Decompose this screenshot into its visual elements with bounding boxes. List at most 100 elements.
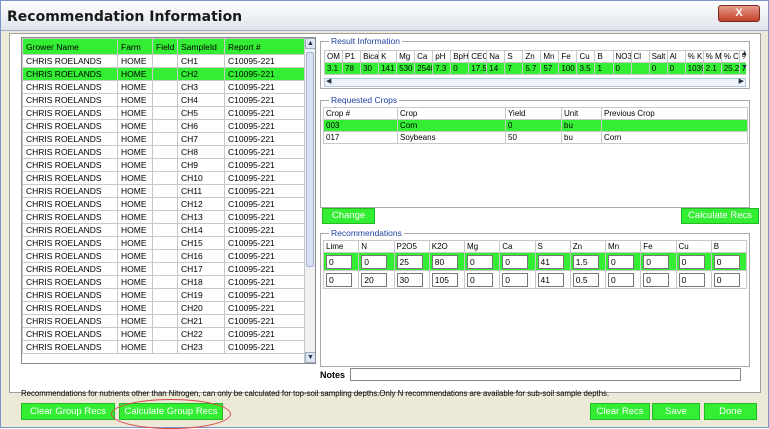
grid-column-header[interactable]: Farm (117, 38, 153, 55)
rec-value-input[interactable]: 0 (502, 254, 529, 269)
table-row[interactable]: CHRIS ROELANDS HOME CH1 C10095-221 (22, 54, 306, 68)
result-info-header: OM (324, 50, 344, 63)
rec-value-input[interactable]: 30 (396, 272, 423, 287)
rec-cell: 41 (534, 270, 571, 289)
table-row[interactable]: CHRIS ROELANDS HOME CH4 C10095-221 (22, 93, 306, 107)
ri-scroll-up-icon[interactable]: ▲ (741, 50, 748, 57)
rec-value-input[interactable]: 0 (608, 254, 634, 269)
table-cell: HOME (117, 106, 153, 120)
rec-cell: 30 (393, 270, 430, 289)
clear-recs-button[interactable]: Clear Recs (590, 403, 650, 420)
table-row[interactable]: CHRIS ROELANDS HOME CH19 C10095-221 (22, 288, 306, 302)
rec-cell: 0 (640, 252, 677, 271)
done-button[interactable]: Done (704, 403, 757, 420)
rec-value-input[interactable]: 0 (361, 254, 388, 269)
result-info-value: 0 (666, 62, 686, 75)
rec-value-input[interactable]: 0 (713, 272, 740, 287)
result-info-hscroll[interactable]: ◀ ▶ (324, 78, 746, 87)
table-row[interactable]: CHRIS ROELANDS HOME CH17 C10095-221 (22, 262, 306, 276)
table-row[interactable]: CHRIS ROELANDS HOME CH3 C10095-221 (22, 80, 306, 94)
table-row[interactable]: CHRIS ROELANDS HOME CH11 C10095-221 (22, 184, 306, 198)
result-info-header: Salt (648, 50, 668, 63)
rec-value-input[interactable]: 0 (678, 272, 705, 287)
table-row[interactable]: CHRIS ROELANDS HOME CH15 C10095-221 (22, 236, 306, 250)
grid-column-header[interactable]: SampleId (177, 38, 225, 55)
result-info-value: 141 (378, 62, 398, 75)
rec-value-input[interactable]: 80 (431, 254, 458, 269)
table-row[interactable]: CHRIS ROELANDS HOME CH23 C10095-221 (22, 340, 306, 354)
table-row[interactable]: CHRIS ROELANDS HOME CH21 C10095-221 (22, 314, 306, 328)
rec-value-input[interactable]: 0 (678, 254, 705, 269)
rec-value-input[interactable]: 0 (608, 272, 634, 287)
crop-cell: bu (561, 119, 602, 132)
table-row[interactable]: CHRIS ROELANDS HOME CH7 C10095-221 (22, 132, 306, 146)
result-info-header: CEC (468, 50, 488, 63)
result-info-value: 1039 (684, 62, 704, 75)
rec-value-input[interactable]: 1.5 (572, 254, 599, 269)
table-row[interactable]: CHRIS ROELANDS HOME CH16 C10095-221 (22, 249, 306, 263)
notes-input[interactable] (350, 368, 741, 381)
table-row[interactable]: CHRIS ROELANDS HOME CH10 C10095-221 (22, 171, 306, 185)
grid-column-header[interactable]: Grower Name (22, 38, 118, 55)
rec-value-input[interactable]: 20 (361, 272, 388, 287)
table-cell: CH7 (177, 132, 225, 146)
table-row[interactable]: CHRIS ROELANDS HOME CH12 C10095-221 (22, 197, 306, 211)
table-cell: CH14 (177, 223, 225, 237)
rec-value-input[interactable]: 41 (537, 272, 564, 287)
rec-value-input[interactable]: 0 (467, 254, 493, 269)
grid-scrollbar[interactable]: ▲ ▼ (304, 38, 315, 363)
result-info-header: K (378, 50, 398, 63)
table-row[interactable]: CHRIS ROELANDS HOME CH2 C10095-221 (22, 67, 306, 81)
rec-value-input[interactable]: 0.5 (572, 272, 599, 287)
table-cell: CHRIS ROELANDS (22, 262, 118, 276)
table-row[interactable]: CHRIS ROELANDS HOME CH6 C10095-221 (22, 119, 306, 133)
grid-column-header[interactable]: Field (152, 38, 178, 55)
table-row[interactable]: CHRIS ROELANDS HOME CH14 C10095-221 (22, 223, 306, 237)
table-row[interactable]: CHRIS ROELANDS HOME CH5 C10095-221 (22, 106, 306, 120)
clear-group-recs-button[interactable]: Clear Group Recs (21, 403, 115, 420)
rec-value-input[interactable]: 41 (537, 254, 564, 269)
save-button[interactable]: Save (652, 403, 700, 420)
table-row[interactable]: CHRIS ROELANDS HOME CH22 C10095-221 (22, 327, 306, 341)
scroll-thumb[interactable] (306, 52, 314, 267)
change-button[interactable]: Change (322, 208, 375, 224)
scroll-right-icon[interactable]: ▶ (739, 77, 744, 85)
grid-column-header[interactable]: Report # (224, 38, 306, 55)
table-cell: CH5 (177, 106, 225, 120)
calculate-recs-button[interactable]: Calculate Recs (681, 208, 759, 224)
table-row[interactable]: CHRIS ROELANDS HOME CH13 C10095-221 (22, 210, 306, 224)
crop-row[interactable]: 003 Corn 0 bu (323, 119, 748, 132)
scroll-down-icon[interactable]: ▼ (305, 352, 315, 363)
ri-scroll-down-icon[interactable]: ▼ (741, 64, 748, 71)
table-row[interactable]: CHRIS ROELANDS HOME CH18 C10095-221 (22, 275, 306, 289)
crop-row[interactable]: 017 Soybeans 50 bu Corn (323, 131, 748, 144)
table-row[interactable]: CHRIS ROELANDS HOME CH20 C10095-221 (22, 301, 306, 315)
rec-value-input[interactable]: 0 (467, 272, 493, 287)
result-info-header: Cl (630, 50, 650, 63)
table-row[interactable]: CHRIS ROELANDS HOME CH8 C10095-221 (22, 145, 306, 159)
rec-value-input[interactable]: 0 (643, 272, 670, 287)
rec-value-input[interactable]: 0 (713, 254, 740, 269)
table-row[interactable]: CHRIS ROELANDS HOME CH9 C10095-221 (22, 158, 306, 172)
result-info-table: OMP1BicarbKMgCapHBpHCECNaSZnMnFeCuBNO3-N… (324, 50, 746, 75)
rec-cell: 0 (675, 270, 712, 289)
rec-value-input[interactable]: 0 (502, 272, 529, 287)
scroll-left-icon[interactable]: ◀ (326, 77, 331, 85)
result-info-value: 1 (594, 62, 614, 75)
rec-cell: 0 (604, 270, 642, 289)
result-info-header: S (504, 50, 524, 63)
result-info-group: Result Information OMP1BicarbKMgCapHBpHC… (320, 36, 750, 89)
table-cell (152, 145, 178, 159)
scroll-up-icon[interactable]: ▲ (305, 38, 315, 49)
close-button[interactable]: X (718, 5, 760, 22)
rec-value-input[interactable]: 0 (326, 254, 352, 269)
rec-value-input[interactable]: 0 (643, 254, 670, 269)
result-info-header: Mn (540, 50, 560, 63)
table-cell: HOME (117, 275, 153, 289)
rec-value-input[interactable]: 25 (396, 254, 423, 269)
requested-crops-group: Requested Crops Crop # Crop Yield Unit Previ… (320, 95, 750, 208)
table-cell: HOME (117, 262, 153, 276)
rec-value-input[interactable]: 105 (431, 272, 458, 287)
table-cell: CH11 (177, 184, 225, 198)
rec-value-input[interactable]: 0 (326, 272, 352, 287)
